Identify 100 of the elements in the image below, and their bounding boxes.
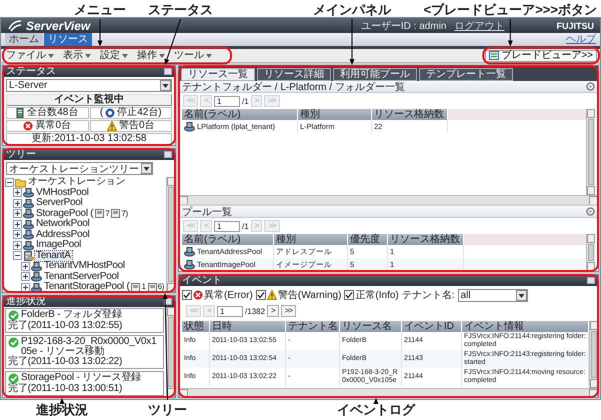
tree-item[interactable]: AddressPool xyxy=(35,230,90,240)
tree-item[interactable]: TenantStoragePool ( xyxy=(43,282,130,292)
menu-item[interactable]: 表示 xyxy=(61,50,95,62)
column-header[interactable]: 状態 xyxy=(182,321,210,332)
task-status: 完了(2011-10-03 13:02:22) xyxy=(8,357,124,367)
nav-tab[interactable]: ホーム xyxy=(5,33,43,46)
column-header[interactable]: 種別 xyxy=(274,234,348,245)
page-field[interactable]: 1 xyxy=(214,220,240,232)
column-header[interactable]: リソース格納数 xyxy=(388,234,464,245)
callout-label: ツリー xyxy=(148,403,187,417)
pager-button[interactable]: > xyxy=(267,305,279,317)
column-header[interactable]: 名前(ラベル) xyxy=(182,109,298,120)
checkbox[interactable] xyxy=(182,290,192,300)
menu-item[interactable]: ツール xyxy=(172,50,216,62)
expand-toggle-icon[interactable] xyxy=(13,251,22,260)
checkbox[interactable] xyxy=(344,290,354,300)
filter-label: 正常(Info) xyxy=(355,288,399,302)
pool-icon xyxy=(31,282,42,292)
column-header[interactable]: リソース格納数 xyxy=(372,109,448,120)
tree-item[interactable]: ImagePool xyxy=(35,240,82,250)
pool-icon xyxy=(23,208,34,220)
expand-toggle-icon[interactable] xyxy=(13,220,22,229)
checkbox[interactable] xyxy=(256,290,266,300)
panel-title: イベント xyxy=(182,275,222,286)
tree-item[interactable]: VMHostPool xyxy=(35,188,90,198)
page-field[interactable]: 1 xyxy=(217,306,244,316)
help-link[interactable]: ヘルプ xyxy=(566,33,596,46)
pager-button[interactable]: >> xyxy=(280,305,296,317)
tree-item[interactable]: ServerPool xyxy=(35,198,84,208)
pool-icon xyxy=(184,259,195,270)
column-header[interactable]: 名前(ラベル) xyxy=(182,234,274,245)
task-name: StoragePool - リソース登録 xyxy=(21,373,141,383)
tree-item[interactable]: TenantVMHostPool xyxy=(43,261,126,272)
panel-tab[interactable]: テンプレート一覧 xyxy=(419,68,513,81)
section-title: テナントフォルダー / L-Platform / フォルダー一覧 xyxy=(182,80,405,94)
column-header[interactable]: 種別 xyxy=(298,109,372,120)
panel-tab[interactable]: 利用可能プール xyxy=(333,68,417,81)
expand-toggle-icon[interactable] xyxy=(21,272,30,282)
building-icon xyxy=(23,250,34,262)
column-header[interactable]: 日時 xyxy=(210,321,286,332)
status-count: 全台数48台 xyxy=(27,108,78,118)
error-icon xyxy=(23,121,34,131)
settings-icon[interactable] xyxy=(586,82,595,91)
page-total: /1 xyxy=(242,96,249,106)
pool-icon xyxy=(23,240,34,251)
column-header[interactable]: 優先度 xyxy=(348,234,388,245)
scrollbar[interactable] xyxy=(179,195,598,204)
settings-icon[interactable] xyxy=(586,207,595,216)
expand-toggle-icon[interactable] xyxy=(13,188,22,198)
caret-icon xyxy=(206,54,212,58)
section-title: プール一覧 xyxy=(182,206,232,218)
pool-icon xyxy=(23,198,34,209)
tree-item[interactable]: NetworkPool xyxy=(35,219,90,230)
pool-icon xyxy=(23,187,34,198)
callout-label: メニュー xyxy=(74,3,126,17)
expand-toggle-icon[interactable] xyxy=(5,178,14,187)
tenant-selector[interactable]: all xyxy=(458,288,528,302)
blade-viewer-button[interactable]: ブレードビューア>> xyxy=(485,50,597,62)
expand-toggle-icon[interactable] xyxy=(21,282,30,292)
column-header[interactable]: イベント情報 xyxy=(462,321,589,332)
caret-icon xyxy=(122,54,128,58)
callout-label: メインパネル xyxy=(313,3,391,17)
tree-item[interactable]: TenantA xyxy=(35,250,72,261)
pool-icon xyxy=(31,260,42,272)
server-icon xyxy=(16,108,26,118)
panel-tab[interactable]: リソース詳細 xyxy=(257,68,331,81)
tree-item[interactable]: StoragePool ( xyxy=(35,208,94,219)
column-header[interactable]: リソース名 xyxy=(340,321,402,332)
menu-item[interactable]: 操作 xyxy=(135,50,169,62)
tree-selector[interactable]: オーケストレーションツリー xyxy=(6,162,153,175)
scrollbar[interactable] xyxy=(586,234,595,271)
check-circle-icon xyxy=(8,337,19,348)
status-count: ( xyxy=(100,108,104,118)
column-header[interactable]: イベントID xyxy=(402,321,462,332)
menu-item[interactable]: 設定 xyxy=(98,50,132,62)
expand-toggle-icon[interactable] xyxy=(13,209,22,218)
pool-icon xyxy=(23,229,34,240)
server-type-selector[interactable]: L-Server xyxy=(6,79,172,92)
expand-toggle-icon[interactable] xyxy=(13,230,22,240)
expand-toggle-icon[interactable] xyxy=(13,198,22,208)
callout-arrow xyxy=(164,18,181,65)
panel-tab[interactable]: リソース一覧 xyxy=(181,68,255,81)
pool-icon xyxy=(31,271,42,282)
nav-tab[interactable]: リソース xyxy=(44,33,92,46)
page-field[interactable]: 1 xyxy=(214,96,240,106)
panel-title: ツリー xyxy=(6,149,36,160)
callout-arrow xyxy=(98,18,102,46)
task-name: FolderB - フォルダ登録 xyxy=(21,310,122,320)
task-status: 完了(2011-10-03 13:02:55) xyxy=(8,321,124,331)
expand-toggle-icon[interactable] xyxy=(21,262,30,271)
panel-title: ステータス xyxy=(6,66,56,77)
warning-icon xyxy=(266,290,277,300)
scrollbar[interactable] xyxy=(586,109,595,195)
tree-item[interactable]: オーケストレーション xyxy=(27,177,126,188)
tree-item[interactable]: TenantServerPool xyxy=(43,272,120,282)
logout-link[interactable]: ログアウト xyxy=(454,18,504,32)
menu-item[interactable]: ファイル xyxy=(4,50,58,62)
column-header[interactable]: テナント名 xyxy=(286,321,340,332)
expand-toggle-icon[interactable] xyxy=(13,240,22,250)
count-text: 1 xyxy=(141,282,146,292)
